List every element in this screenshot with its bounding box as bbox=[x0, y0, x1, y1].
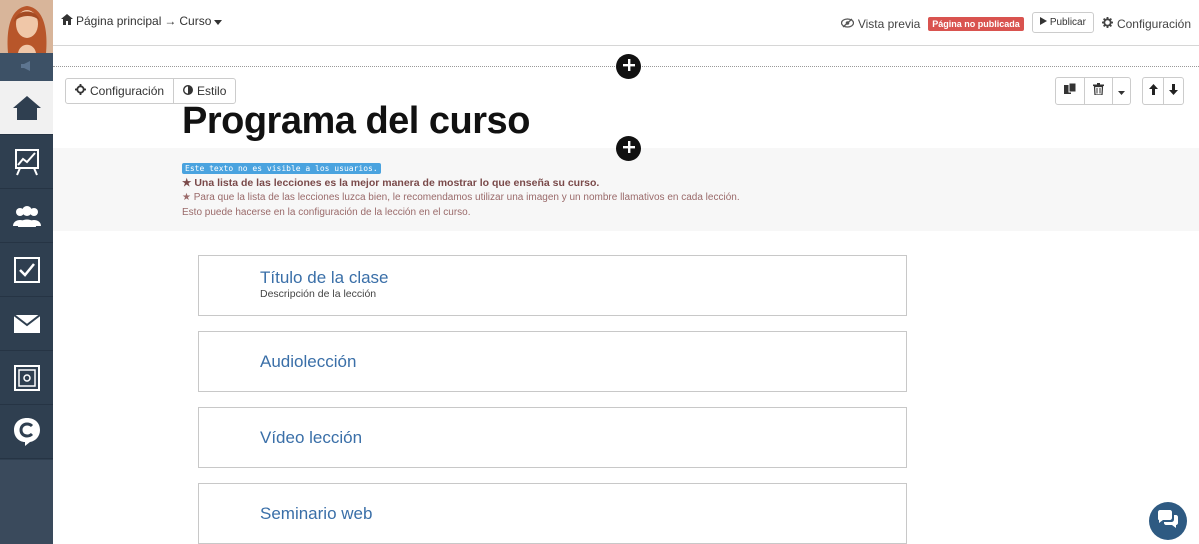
publish-button[interactable]: Publicar bbox=[1031, 12, 1094, 33]
home-small-icon bbox=[61, 14, 73, 28]
plus-icon bbox=[622, 58, 635, 76]
sidebar-item-safe[interactable] bbox=[0, 351, 53, 405]
section-actions bbox=[1055, 77, 1131, 105]
sidebar-item-mail[interactable] bbox=[0, 297, 53, 351]
delete-button[interactable] bbox=[1084, 78, 1112, 104]
page-title[interactable]: Programa del curso bbox=[182, 100, 530, 143]
hidden-note: Este texto no es visible a los usuarios. bbox=[182, 163, 381, 174]
safe-icon bbox=[13, 364, 40, 391]
move-down-button[interactable] bbox=[1163, 78, 1183, 104]
add-section-button[interactable] bbox=[616, 54, 641, 79]
top-bar: Página principal → Curso Vista previa Pá… bbox=[53, 0, 1199, 46]
tip-primary[interactable]: ★ Una lista de las lecciones es la mejor… bbox=[182, 177, 599, 189]
preview-link[interactable]: Vista previa bbox=[840, 16, 921, 31]
chart-icon bbox=[14, 148, 40, 176]
gear-icon bbox=[1101, 16, 1113, 31]
lesson-title[interactable]: Título de la clase bbox=[260, 268, 389, 288]
caret-down-icon[interactable] bbox=[214, 14, 223, 28]
settings-label: Configuración bbox=[1116, 16, 1191, 31]
play-icon bbox=[1039, 17, 1047, 28]
avatar[interactable] bbox=[0, 0, 53, 53]
sidebar-item-users[interactable] bbox=[0, 189, 53, 243]
c-logo-icon bbox=[13, 417, 41, 447]
lesson-title[interactable]: Audiolección bbox=[260, 352, 356, 372]
add-block-button[interactable] bbox=[616, 136, 641, 161]
lesson-description: Descripción de la lección bbox=[260, 288, 377, 300]
lesson-card[interactable]: Vídeo lección bbox=[198, 407, 907, 468]
lesson-card[interactable]: Título de la clase Descripción de la lec… bbox=[198, 255, 907, 316]
duplicate-button[interactable] bbox=[1056, 78, 1084, 104]
reorder-actions bbox=[1142, 77, 1184, 105]
gear-icon bbox=[75, 84, 86, 98]
lesson-card[interactable]: Seminario web bbox=[198, 483, 907, 544]
checkbox-icon bbox=[13, 256, 40, 283]
arrow-up-icon bbox=[1148, 82, 1158, 100]
chat-bubbles-icon bbox=[1157, 509, 1179, 533]
section-style-label: Estilo bbox=[197, 84, 227, 98]
lesson-card[interactable]: Audiolección bbox=[198, 331, 907, 392]
home-icon bbox=[12, 95, 42, 121]
sidebar-item-tasks[interactable] bbox=[0, 243, 53, 297]
publish-label: Publicar bbox=[1049, 17, 1086, 28]
breadcrumb-current[interactable]: Curso bbox=[179, 14, 211, 28]
sidebar-item-brand[interactable] bbox=[0, 405, 53, 459]
lesson-title[interactable]: Seminario web bbox=[260, 504, 372, 524]
preview-label: Vista previa bbox=[857, 16, 921, 31]
sidebar-item-home[interactable] bbox=[0, 81, 53, 135]
megaphone-icon bbox=[20, 58, 34, 76]
section-settings-label: Configuración bbox=[90, 84, 165, 98]
arrow-down-icon bbox=[1169, 82, 1178, 100]
users-icon bbox=[12, 204, 42, 228]
copy-icon bbox=[1064, 82, 1077, 100]
breadcrumb-separator: → bbox=[164, 14, 177, 28]
eye-slash-icon bbox=[840, 17, 854, 31]
mail-icon bbox=[13, 314, 40, 333]
caret-down-icon bbox=[1118, 82, 1125, 100]
more-options-button[interactable] bbox=[1112, 78, 1130, 104]
sidebar-footer bbox=[0, 460, 53, 544]
sidebar-item-stats[interactable] bbox=[0, 135, 53, 189]
plus-icon bbox=[622, 140, 635, 158]
lesson-title[interactable]: Vídeo lección bbox=[260, 428, 362, 448]
breadcrumb-home-link[interactable]: Página principal bbox=[76, 14, 161, 28]
tip-tertiary[interactable]: Esto puede hacerse en la configuración d… bbox=[182, 207, 471, 218]
announcement-bar[interactable] bbox=[0, 53, 53, 81]
trash-icon bbox=[1093, 82, 1104, 100]
move-up-button[interactable] bbox=[1143, 78, 1163, 104]
contrast-icon bbox=[183, 84, 194, 98]
breadcrumb: Página principal → Curso bbox=[61, 14, 223, 28]
section-settings-button[interactable]: Configuración bbox=[66, 79, 173, 103]
tip-secondary[interactable]: ★ Para que la lista de las lecciones luz… bbox=[182, 192, 740, 203]
settings-link[interactable]: Configuración bbox=[1101, 16, 1191, 31]
unpublished-badge: Página no publicada bbox=[928, 16, 1024, 31]
chat-button[interactable] bbox=[1149, 502, 1187, 540]
top-actions: Vista previa Página no publicada Publica… bbox=[840, 12, 1191, 33]
